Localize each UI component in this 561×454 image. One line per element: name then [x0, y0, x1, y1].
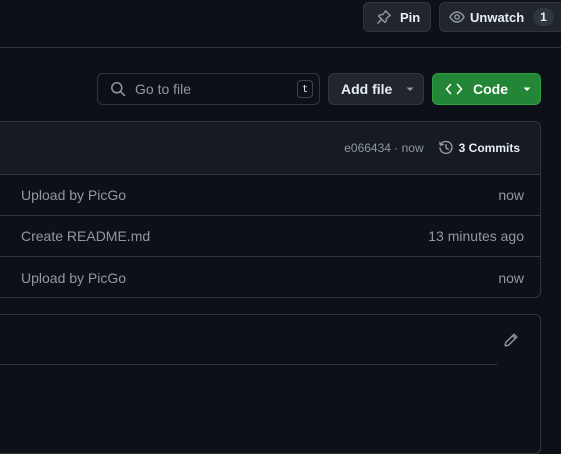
unwatch-label: Unwatch: [470, 9, 525, 25]
commit-time: now: [498, 187, 524, 203]
table-row[interactable]: Upload by PicGo now: [0, 257, 540, 297]
readme-box: [0, 314, 541, 454]
code-icon: [445, 82, 463, 96]
search-placeholder: Go to file: [135, 81, 192, 97]
commit-time: 13 minutes ago: [428, 228, 524, 244]
go-to-file-search[interactable]: Go to file t: [97, 73, 320, 105]
search-icon: [110, 81, 126, 97]
chevron-down-icon: [405, 84, 415, 94]
latest-commit-bar: e066434 · now 3 Commits: [0, 122, 540, 175]
readme-header: [0, 315, 497, 365]
commits-link[interactable]: 3 Commits: [438, 140, 520, 156]
search-shortcut-hint: t: [297, 80, 313, 98]
eye-icon: [449, 9, 465, 25]
pin-button[interactable]: Pin: [363, 2, 431, 32]
code-button[interactable]: Code: [432, 73, 541, 105]
code-label: Code: [473, 81, 508, 97]
commit-message[interactable]: Create README.md: [21, 228, 150, 244]
add-file-button[interactable]: Add file: [328, 73, 424, 105]
watch-count-badge: 1: [533, 8, 554, 26]
commit-time: now: [498, 269, 524, 286]
pencil-icon[interactable]: [503, 332, 519, 348]
table-row[interactable]: Upload by PicGo now: [0, 175, 540, 216]
pin-icon: [376, 9, 392, 25]
commit-hash[interactable]: e066434 · now: [344, 141, 423, 155]
add-file-label: Add file: [341, 81, 393, 97]
header-divider: [0, 47, 561, 48]
chevron-down-icon: [522, 84, 532, 94]
pin-label: Pin: [400, 9, 421, 25]
commit-message[interactable]: Upload by PicGo: [21, 187, 126, 203]
unwatch-button[interactable]: Unwatch 1: [439, 2, 561, 32]
history-icon: [438, 140, 454, 156]
file-list: e066434 · now 3 Commits Upload by PicGo n…: [0, 121, 541, 298]
table-row[interactable]: Create README.md 13 minutes ago: [0, 216, 540, 257]
commit-message[interactable]: Upload by PicGo: [21, 270, 126, 286]
